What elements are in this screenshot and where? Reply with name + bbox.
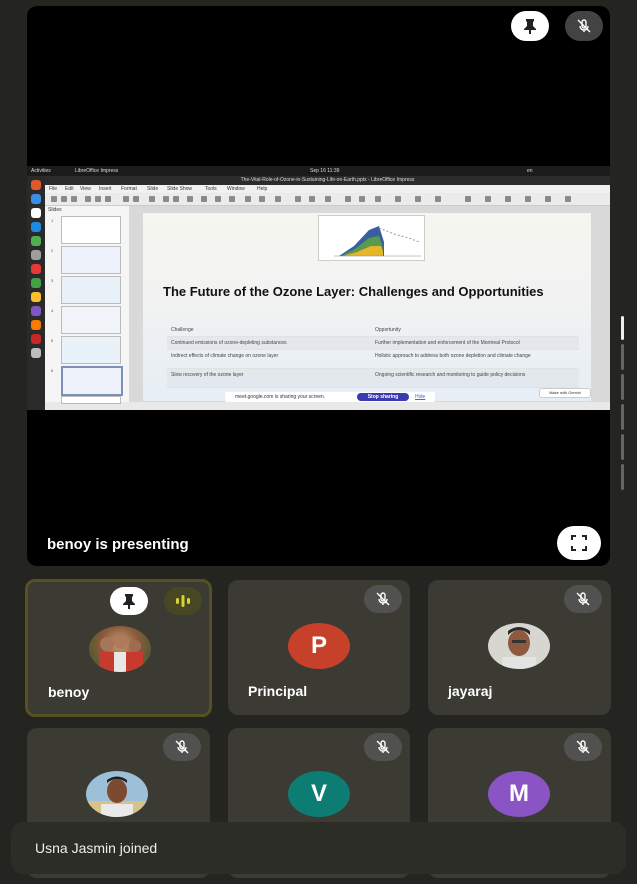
join-notification: Usna Jasmin joined — [11, 822, 626, 874]
presenting-label: benoy is presenting — [47, 536, 189, 553]
slide-number: 6 — [51, 368, 54, 373]
table-cell: Holistic approach to address both ozone … — [375, 353, 531, 359]
stop-sharing-button[interactable]: Stop sharing — [357, 393, 409, 401]
mic-off-icon — [376, 740, 390, 754]
gnome-lang: en — [527, 168, 533, 174]
slide-table: Challenge Opportunity Continued emission… — [167, 324, 579, 388]
avatar — [488, 623, 550, 669]
toolbar — [45, 193, 610, 206]
menu-insert[interactable]: Insert — [99, 186, 112, 192]
scroll-indicator — [621, 464, 624, 490]
gemini-button[interactable]: Make with Gemini — [539, 388, 591, 398]
slides-panel: Slides 1 2 3 4 5 6 — [45, 206, 130, 404]
table-cell: Indirect effects of climate change on oz… — [171, 353, 279, 359]
activities-label: Activities — [31, 168, 51, 174]
scroll-indicator — [621, 434, 624, 460]
menu-help[interactable]: Help — [257, 186, 267, 192]
mic-off-indicator — [564, 585, 602, 613]
pin-button[interactable] — [110, 587, 148, 615]
table-cell: Further implementation and enforcement o… — [375, 340, 520, 346]
dock — [27, 176, 45, 410]
table-header-opportunity: Opportunity — [375, 327, 401, 333]
slide-number: 4 — [51, 308, 54, 313]
slide-editor[interactable]: The Future of the Ozone Layer: Challenge… — [129, 206, 610, 402]
mic-off-indicator — [364, 733, 402, 761]
scroll-indicator — [621, 374, 624, 400]
slide-thumb-selected[interactable] — [61, 366, 123, 396]
pin-icon — [524, 19, 536, 34]
fullscreen-icon — [571, 535, 587, 551]
participant-name: jayaraj — [448, 683, 493, 699]
scroll-indicator — [621, 344, 624, 370]
table-cell: Slow recovery of the ozone layer — [171, 372, 244, 378]
participant-tile-principal[interactable]: P Principal — [228, 580, 410, 715]
ozone-chart-image — [318, 215, 425, 261]
join-notification-text: Usna Jasmin joined — [35, 840, 158, 856]
participant-name: Principal — [248, 683, 308, 699]
menu-format[interactable]: Format — [121, 186, 137, 192]
slide-number: 5 — [51, 338, 54, 343]
participant-tile-benoy[interactable]: benoy — [25, 579, 212, 717]
mic-off-indicator — [364, 585, 402, 613]
mic-off-icon — [175, 740, 189, 754]
menu-edit[interactable]: Edit — [65, 186, 74, 192]
participant-tile-jayaraj[interactable]: jayaraj — [428, 580, 611, 715]
slide-thumb[interactable] — [61, 306, 121, 334]
table-cell: Ongoing scientific research and monitori… — [375, 372, 526, 378]
scroll-indicator — [621, 316, 624, 340]
avatar: M — [488, 771, 550, 817]
slide-thumb[interactable] — [61, 336, 121, 364]
avatar — [86, 771, 148, 817]
slide-number: 2 — [51, 248, 54, 253]
menu-window[interactable]: Window — [227, 186, 245, 192]
menu-tools[interactable]: Tools — [205, 186, 217, 192]
presenter-tile[interactable]: Activities LibreOffice Impress Sep 16 11… — [27, 6, 610, 566]
slide-title: The Future of the Ozone Layer: Challenge… — [163, 284, 544, 299]
scroll-indicator — [621, 404, 624, 430]
menu-file[interactable]: File — [49, 186, 57, 192]
current-slide[interactable]: The Future of the Ozone Layer: Challenge… — [143, 213, 591, 401]
menu-slide[interactable]: Slide — [147, 186, 158, 192]
shared-screen: Activities LibreOffice Impress Sep 16 11… — [27, 166, 610, 410]
mic-off-indicator — [565, 11, 603, 41]
avatar — [89, 626, 151, 672]
slide-thumb[interactable] — [61, 276, 121, 304]
mic-off-icon — [576, 592, 590, 606]
avatar: P — [288, 623, 350, 669]
mic-off-icon — [576, 740, 590, 754]
table-cell: Continued emissions of ozone-depleting s… — [171, 340, 287, 346]
slide-number: 1 — [51, 218, 54, 223]
slide-thumb[interactable] — [61, 396, 121, 404]
slide-number: 3 — [51, 278, 54, 283]
avatar: V — [288, 771, 350, 817]
gnome-top-bar: Activities LibreOffice Impress Sep 16 11… — [27, 166, 610, 176]
slide-thumb[interactable] — [61, 246, 121, 274]
share-bar-text: meet.google.com is sharing your screen. — [235, 394, 326, 400]
table-header-challenge: Challenge — [171, 327, 194, 333]
mic-off-indicator — [564, 733, 602, 761]
speaking-indicator — [164, 587, 202, 615]
mic-off-icon — [376, 592, 390, 606]
slide-thumb[interactable] — [61, 216, 121, 244]
pin-button[interactable] — [511, 11, 549, 41]
participant-name: benoy — [48, 684, 90, 700]
menu-view[interactable]: View — [80, 186, 91, 192]
fullscreen-button[interactable] — [557, 526, 601, 560]
slides-header: Slides — [48, 207, 62, 213]
audio-level-icon — [176, 595, 190, 607]
mic-off-indicator — [163, 733, 201, 761]
menu-slideshow[interactable]: Slide Show — [167, 186, 192, 192]
hide-link[interactable]: Hide — [415, 394, 425, 400]
menu-bar: File Edit View Insert Format Slide Slide… — [45, 185, 610, 193]
gnome-clock: Sep 16 11:39 — [310, 168, 340, 174]
screen-share-bar: meet.google.com is sharing your screen. … — [225, 392, 435, 402]
window-title: The-Vital-Role-of-Ozone-in-Sustaining-Li… — [45, 176, 610, 185]
gnome-app-label: LibreOffice Impress — [75, 168, 119, 174]
mic-off-icon — [577, 19, 591, 33]
pin-icon — [123, 594, 135, 609]
